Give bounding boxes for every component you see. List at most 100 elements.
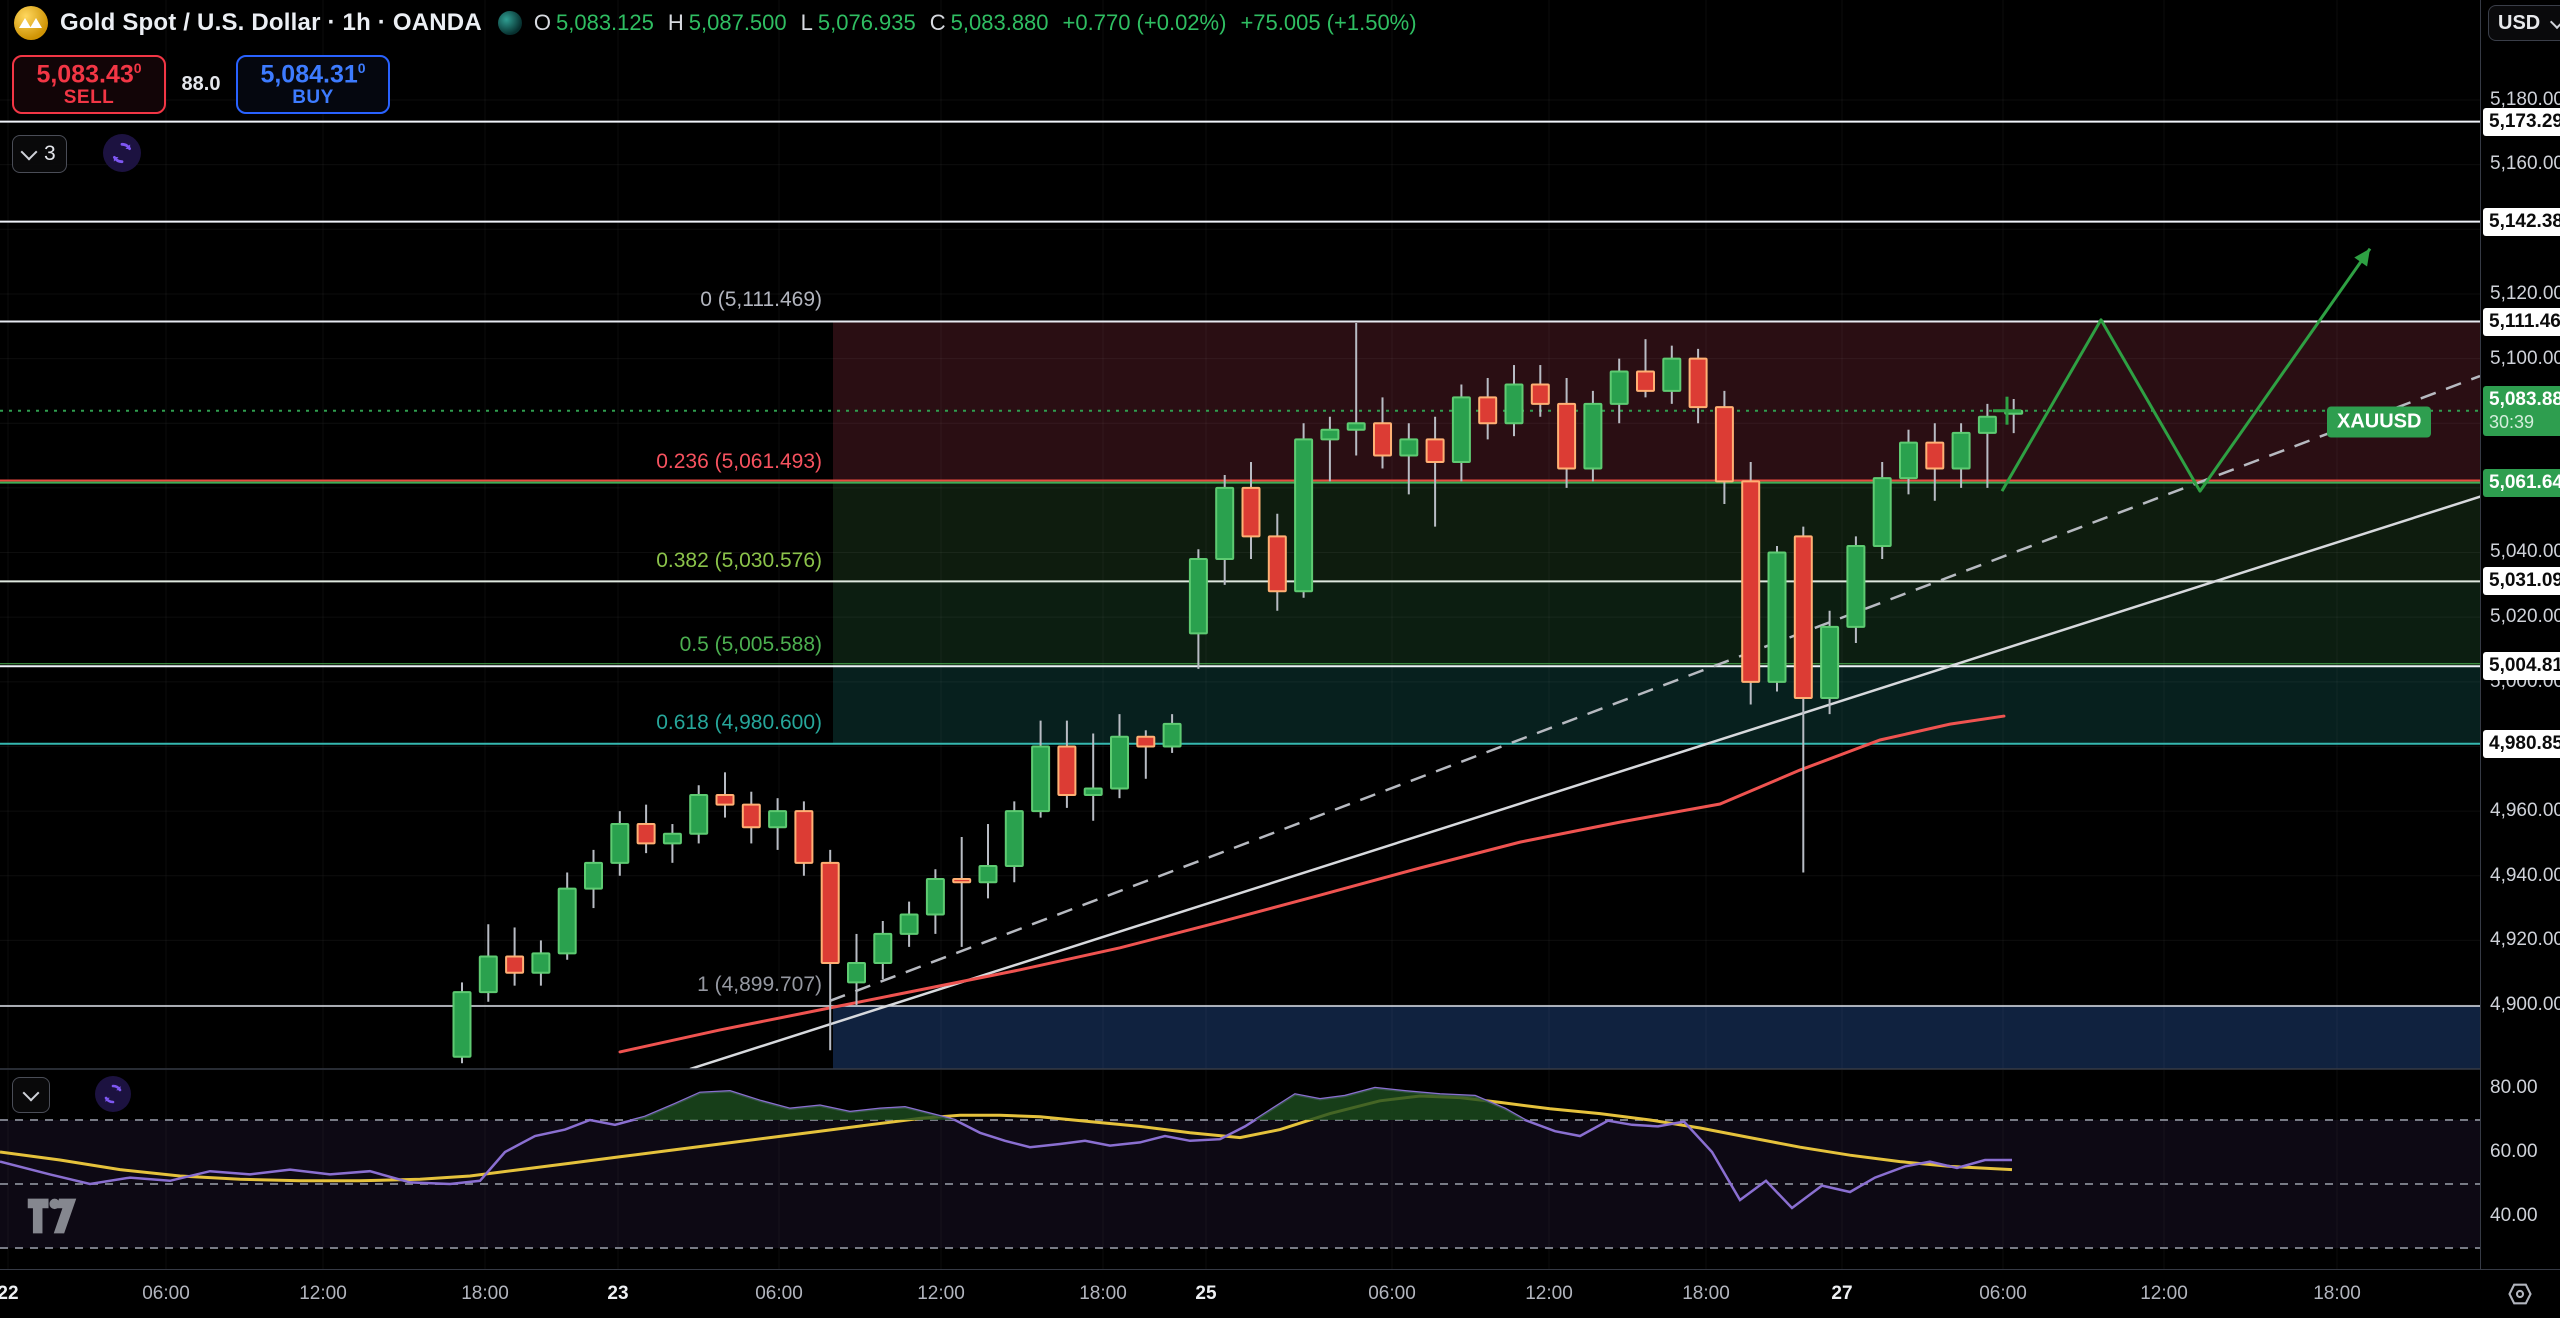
price-tick: 4,900.000 <box>2490 994 2560 1016</box>
ohlc-readout: O5,083.125 H5,087.500 L5,076.935 C5,083.… <box>534 10 1417 36</box>
axis-settings-button[interactable] <box>2480 1269 2560 1318</box>
time-tick: 06:00 <box>1368 1283 1416 1305</box>
sell-price-sup: 0 <box>134 60 142 76</box>
tradingview-logo[interactable] <box>26 1196 78 1241</box>
gold-symbol-icon <box>14 6 48 40</box>
price-level-badge: 5,173.297 <box>2483 108 2560 136</box>
price-level-badge: 4,980.857 <box>2483 730 2560 758</box>
candle-body <box>717 795 734 805</box>
fib-band <box>833 666 2480 743</box>
chart-header: Gold Spot / U.S. Dollar · 1h · OANDA O5,… <box>14 6 1417 40</box>
candle-body <box>901 915 918 934</box>
fib-label[interactable]: 0.5 (5,005.588) <box>680 633 822 657</box>
candle-body <box>1427 439 1444 462</box>
candle-body <box>874 934 891 963</box>
sell-button[interactable]: 5,083.430 SELL <box>12 55 166 114</box>
candle-body <box>1137 737 1154 747</box>
low-value: 5,076.935 <box>818 10 916 36</box>
settings-hexagon-icon <box>2506 1280 2534 1308</box>
arrow-up-icon <box>2354 249 2370 267</box>
candle-body <box>1479 397 1496 423</box>
candle-body <box>1058 746 1075 794</box>
candle-body <box>848 963 865 982</box>
time-tick: 06:00 <box>142 1283 190 1305</box>
price-tick: 4,920.000 <box>2490 929 2560 951</box>
candle-body <box>1821 627 1838 698</box>
rsi-refresh-button[interactable] <box>95 1076 131 1112</box>
indicators-count: 3 <box>44 142 56 166</box>
high-value: 5,087.500 <box>689 10 787 36</box>
time-axis[interactable]: 2206:0012:0018:002306:0012:0018:002506:0… <box>0 1269 2560 1318</box>
candle-body <box>532 953 549 972</box>
fib-label[interactable]: 0 (5,111.469) <box>700 288 822 312</box>
candlestick-chart-canvas[interactable] <box>0 0 2560 1317</box>
time-tick: 22 <box>0 1283 19 1305</box>
tradingview-logo-icon <box>26 1196 78 1236</box>
candle-body <box>480 957 497 993</box>
sync-icon <box>101 1082 125 1106</box>
indicators-collapse-button[interactable]: 3 <box>12 135 67 173</box>
candle-body <box>690 795 707 834</box>
rsi-collapse-button[interactable] <box>12 1077 50 1113</box>
candle-body <box>1269 536 1286 591</box>
chevron-down-icon <box>2550 14 2560 28</box>
currency-toggle[interactable]: USD <box>2488 5 2560 41</box>
candle-body <box>1295 439 1312 591</box>
fib-band <box>833 1006 2480 1076</box>
last-price-badge: 5,083.88030:39 <box>2483 386 2560 436</box>
symbol-title[interactable]: Gold Spot / U.S. Dollar · 1h · OANDA <box>60 9 482 37</box>
fib-label[interactable]: 1 (4,899.707) <box>697 973 822 997</box>
candle-body <box>1453 397 1470 462</box>
buy-button[interactable]: 5,084.310 BUY <box>236 55 390 114</box>
price-level-badge: 5,111.469 <box>2483 308 2560 336</box>
candle-body <box>1979 417 1996 433</box>
time-tick: 18:00 <box>2313 1283 2361 1305</box>
candle-body <box>1926 443 1943 469</box>
time-tick: 06:00 <box>755 1283 803 1305</box>
price-axis[interactable]: USD 5,180.0005,160.0005,120.0005,100.000… <box>2480 0 2560 1269</box>
refresh-button[interactable] <box>103 134 141 172</box>
candle-body <box>795 811 812 863</box>
candle-body <box>1584 404 1601 469</box>
time-tick: 06:00 <box>1979 1283 2027 1305</box>
candle-body <box>559 889 576 954</box>
price-tick: 5,160.000 <box>2490 153 2560 175</box>
buy-price-sup: 0 <box>358 60 366 76</box>
candle-body <box>1847 546 1864 627</box>
candle-body <box>1874 478 1891 546</box>
candle-body <box>1716 407 1733 481</box>
candle-body <box>1611 372 1628 404</box>
candle-body <box>1742 481 1759 681</box>
time-tick: 18:00 <box>461 1283 509 1305</box>
sell-price: 5,083.43 <box>36 61 133 89</box>
price-level-badge: 5,142.383 <box>2483 208 2560 236</box>
last-price-value: 5,083.880 <box>2489 389 2560 410</box>
market-status-icon[interactable] <box>498 11 522 35</box>
fib-label[interactable]: 0.236 (5,061.493) <box>656 450 822 474</box>
candle-body <box>1663 359 1680 391</box>
sync-icon <box>109 140 135 166</box>
change-points-value: +75.005 (+1.50%) <box>1240 10 1416 36</box>
sell-label: SELL <box>64 88 115 108</box>
time-tick: 23 <box>607 1283 628 1305</box>
time-tick: 25 <box>1195 1283 1216 1305</box>
candle-body <box>1032 746 1049 811</box>
high-label: H <box>668 10 684 36</box>
price-level-badge: 5,031.092 <box>2483 567 2560 595</box>
change-value: +0.770 (+0.02%) <box>1063 10 1227 36</box>
candle-body <box>506 957 523 973</box>
candle-body <box>454 992 471 1057</box>
candle-body <box>664 834 681 844</box>
candle-body <box>1321 430 1338 440</box>
candle-body <box>1190 559 1207 633</box>
fib-label[interactable]: 0.382 (5,030.576) <box>656 549 822 573</box>
time-tick: 12:00 <box>299 1283 347 1305</box>
open-label: O <box>534 10 551 36</box>
chevron-down-icon <box>21 143 38 160</box>
price-tick: 4,960.000 <box>2490 800 2560 822</box>
tradingview-app: { "header": { "symbol_title": "Gold Spot… <box>0 0 2560 1317</box>
fib-label[interactable]: 0.618 (4,980.600) <box>656 711 822 735</box>
price-level-badge-green: 5,061.643 <box>2483 469 2560 497</box>
candle-body <box>1900 443 1917 479</box>
open-value: 5,083.125 <box>556 10 654 36</box>
